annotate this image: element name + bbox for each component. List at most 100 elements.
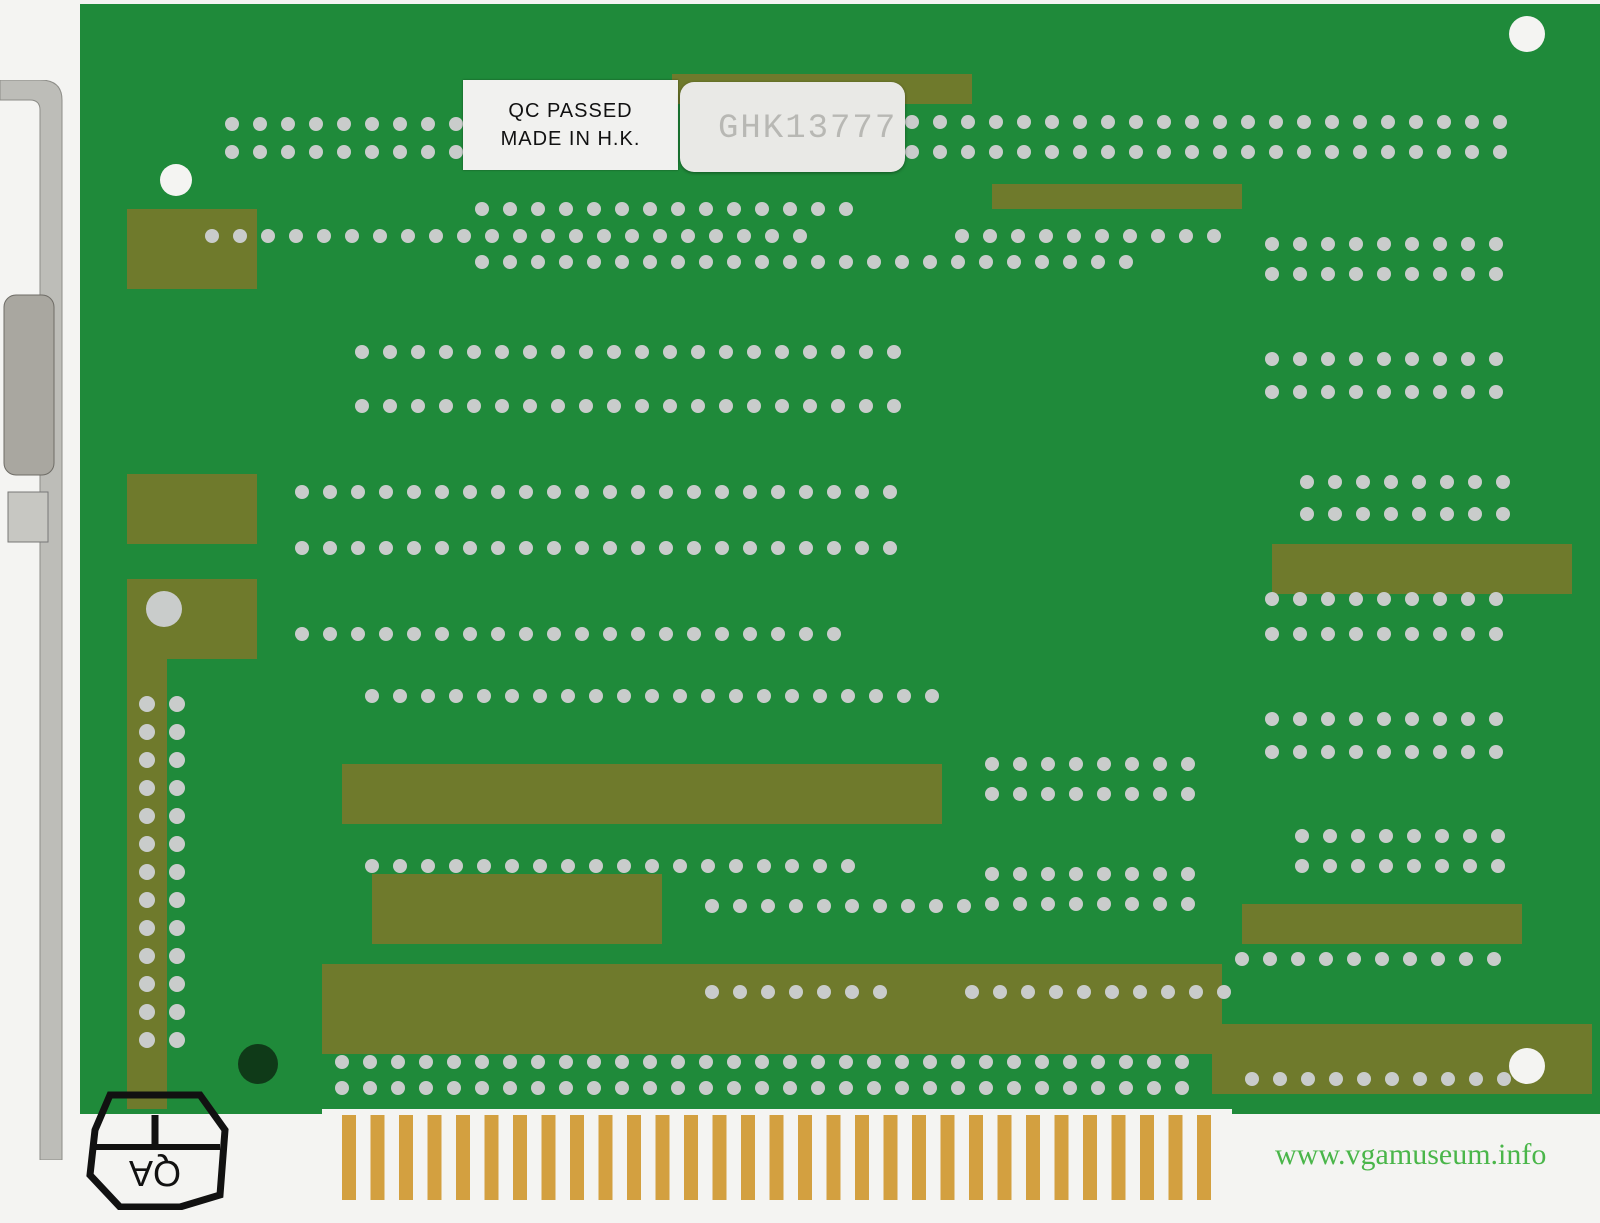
- mounting-hole: [238, 1044, 278, 1084]
- solder-pad: [1468, 507, 1482, 521]
- solder-pad: [519, 627, 533, 641]
- solder-pad: [1295, 829, 1309, 843]
- solder-pad: [1461, 267, 1475, 281]
- solder-pad: [1325, 115, 1339, 129]
- solder-pad: [295, 485, 309, 499]
- solder-pad: [1349, 237, 1363, 251]
- solder-pad: [1069, 867, 1083, 881]
- solder-pad: [351, 485, 365, 499]
- solder-pad: [957, 899, 971, 913]
- solder-pad: [687, 485, 701, 499]
- solder-pad: [449, 689, 463, 703]
- solder-pad: [755, 255, 769, 269]
- solder-pad: [1265, 712, 1279, 726]
- gold-finger: [456, 1115, 470, 1200]
- solder-pad: [435, 485, 449, 499]
- gold-finger: [997, 1115, 1012, 1200]
- solder-pad: [139, 864, 155, 880]
- solder-pad: [1151, 229, 1165, 243]
- gold-finger: [570, 1115, 584, 1200]
- solder-pad: [1405, 237, 1419, 251]
- solder-pad: [1181, 867, 1195, 881]
- gold-finger: [769, 1115, 784, 1200]
- solder-pad: [1329, 1072, 1343, 1086]
- solder-pad: [775, 345, 789, 359]
- solder-pad: [1377, 267, 1391, 281]
- solder-pad: [989, 145, 1003, 159]
- solder-pad: [411, 345, 425, 359]
- solder-pad: [1049, 985, 1063, 999]
- solder-pad: [1125, 757, 1139, 771]
- solder-pad: [603, 627, 617, 641]
- solder-pad: [1011, 229, 1025, 243]
- solder-pad: [579, 399, 593, 413]
- solder-pad: [1039, 229, 1053, 243]
- solder-pad: [1161, 985, 1175, 999]
- solder-pad: [355, 345, 369, 359]
- mounting-hole: [1509, 1048, 1545, 1084]
- solder-pad: [1323, 829, 1337, 843]
- solder-pad: [1493, 145, 1507, 159]
- solder-pad: [1353, 115, 1367, 129]
- solder-pad: [1347, 952, 1361, 966]
- solder-pad: [439, 399, 453, 413]
- solder-pad: [531, 202, 545, 216]
- solder-pad: [979, 1055, 993, 1069]
- solder-pad: [1489, 385, 1503, 399]
- solder-pad: [867, 1081, 881, 1095]
- solder-pad: [1349, 627, 1363, 641]
- solder-pad: [1213, 145, 1227, 159]
- solder-pad: [1175, 1055, 1189, 1069]
- solder-pad: [699, 202, 713, 216]
- solder-pad: [1412, 475, 1426, 489]
- solder-pad: [659, 541, 673, 555]
- solder-pad: [1407, 859, 1421, 873]
- solder-pad: [813, 689, 827, 703]
- solder-pad: [365, 117, 379, 131]
- solder-pad: [551, 399, 565, 413]
- solder-pad: [983, 229, 997, 243]
- solder-pad: [1379, 859, 1393, 873]
- solder-pad: [547, 627, 561, 641]
- gold-finger: [969, 1115, 983, 1200]
- solder-pad: [783, 1055, 797, 1069]
- solder-pad: [587, 255, 601, 269]
- solder-pad: [1265, 592, 1279, 606]
- solder-pad: [643, 202, 657, 216]
- solder-pad: [783, 1081, 797, 1095]
- solder-pad: [1041, 757, 1055, 771]
- solder-pad: [1235, 952, 1249, 966]
- solder-pad: [1007, 1055, 1021, 1069]
- solder-pad: [1381, 115, 1395, 129]
- solder-pad: [727, 1081, 741, 1095]
- qc-label-line1: QC PASSED: [508, 100, 633, 122]
- solder-pad: [867, 1055, 881, 1069]
- solder-pad: [1437, 115, 1451, 129]
- solder-pad: [1489, 712, 1503, 726]
- solder-pad: [1469, 1072, 1483, 1086]
- solder-pad: [317, 229, 331, 243]
- solder-pad: [923, 1055, 937, 1069]
- solder-pad: [901, 899, 915, 913]
- solder-pad: [757, 689, 771, 703]
- gold-finger: [940, 1115, 955, 1200]
- solder-pad: [1461, 385, 1475, 399]
- solder-pad: [365, 859, 379, 873]
- solder-pad: [523, 345, 537, 359]
- solder-pad: [379, 627, 393, 641]
- qa-stamp: QA: [86, 1091, 229, 1210]
- solder-pad: [1496, 507, 1510, 521]
- solder-pad: [407, 485, 421, 499]
- solder-pad: [811, 1081, 825, 1095]
- solder-pad: [1489, 267, 1503, 281]
- solder-pad: [1377, 237, 1391, 251]
- solder-pad: [1321, 385, 1335, 399]
- solder-pad: [965, 985, 979, 999]
- solder-pad: [139, 752, 155, 768]
- gold-finger: [912, 1115, 926, 1200]
- solder-pad: [1409, 115, 1423, 129]
- solder-pad: [261, 229, 275, 243]
- solder-pad: [1497, 1072, 1511, 1086]
- solder-pad: [1179, 229, 1193, 243]
- solder-pad: [225, 145, 239, 159]
